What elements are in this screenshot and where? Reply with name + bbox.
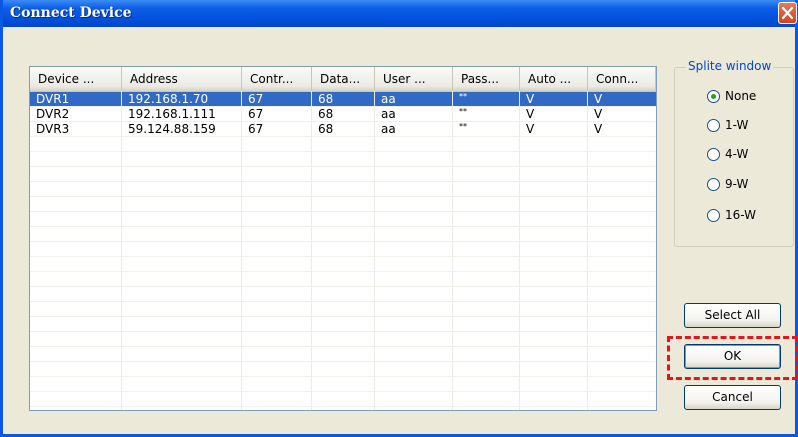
table-cell: 59.124.88.159 [128,122,216,136]
table-cell: 68 [318,107,334,121]
table-cell: DVR2 [36,107,70,121]
grid-row-line [30,106,656,107]
radio-selected-dot-icon [711,94,716,99]
grid-row-line [30,346,656,347]
table-cell: aa [381,107,396,121]
radio-circle-icon [707,148,720,161]
column-header[interactable]: Auto ... [520,67,588,91]
table-cell: DVR3 [36,122,70,136]
radio-label: 1-W [725,118,749,132]
title-bar[interactable]: Connect Device [3,0,797,27]
radio-label: None [725,89,757,103]
column-header[interactable]: Data... [312,67,375,91]
table-cell: 67 [248,92,264,106]
grid-row-line [30,271,656,272]
table-cell: aa [381,122,396,136]
grid-row-line [30,391,656,392]
grid-row-line [30,121,656,122]
table-cell: 68 [318,92,334,106]
grid-row-line [30,136,656,137]
grid-row-line [30,196,656,197]
table-cell: 192.168.1.111 [128,107,216,121]
table-cell: V [594,92,603,106]
grid-row-line [30,211,656,212]
cancel-button[interactable]: Cancel [684,385,781,410]
grid-row-line [30,256,656,257]
list-header: Device ... Address Contr... Data... User ...… [30,67,656,92]
grid-row-line [30,286,656,287]
table-cell: ** [459,92,467,101]
column-header[interactable]: User ... [375,67,453,91]
radio-label: 9-W [725,177,749,191]
grid-row-line [30,376,656,377]
radio-circle-icon [707,119,720,132]
table-cell: aa [381,92,396,106]
table-row[interactable]: DVR3 59.124.88.159 67 68 aa ** V V [30,122,656,137]
table-cell: ** [459,107,467,116]
table-row[interactable]: DVR1 192.168.1.70 67 68 aa ** V V [30,92,656,107]
radio-circle-icon [707,178,720,191]
grid-row-line [30,166,656,167]
table-cell: 68 [318,122,334,136]
table-cell: V [526,92,535,106]
table-cell: V [594,122,603,136]
radio-label: 4-W [725,147,749,161]
grid-row-line [30,406,656,407]
ok-highlight-box [667,336,798,380]
radio-circle-icon [707,209,720,222]
device-list[interactable]: Device ... Address Contr... Data... User ...… [29,66,657,411]
grid-row-line [30,316,656,317]
table-cell: V [594,107,603,121]
close-icon [781,6,794,20]
column-header[interactable]: Pass... [453,67,520,91]
grid-row-line [30,151,656,152]
select-all-button[interactable]: Select All [684,303,781,328]
grid-column-line [519,91,520,410]
grid-row-line [30,301,656,302]
table-cell: ** [459,122,467,131]
table-cell: 67 [248,107,264,121]
grid-row-line [30,241,656,242]
column-header[interactable]: Contr... [242,67,312,91]
grid-column-line [311,91,312,410]
table-cell: 67 [248,122,264,136]
grid-column-line [121,91,122,410]
grid-row-line [30,361,656,362]
column-header[interactable]: Address [122,67,242,91]
column-header[interactable]: Device ... [30,67,122,91]
window-title: Connect Device [10,5,132,21]
radio-label: 16-W [725,208,756,222]
table-cell: V [526,122,535,136]
grid-column-line [587,91,588,410]
radio-circle-icon [707,90,720,103]
grid-column-line [374,91,375,410]
table-cell: 192.168.1.70 [128,92,209,106]
table-row[interactable]: DVR2 192.168.1.111 67 68 aa ** V V [30,107,656,122]
column-header[interactable]: Conn... [588,67,656,91]
grid-row-line [30,181,656,182]
table-cell: DVR1 [36,92,70,106]
grid-row-line [30,331,656,332]
close-button[interactable] [778,2,797,24]
table-cell: V [526,107,535,121]
split-window-title: Splite window [686,59,774,73]
grid-row-line [30,226,656,227]
grid-column-line [241,91,242,410]
grid-column-line [452,91,453,410]
